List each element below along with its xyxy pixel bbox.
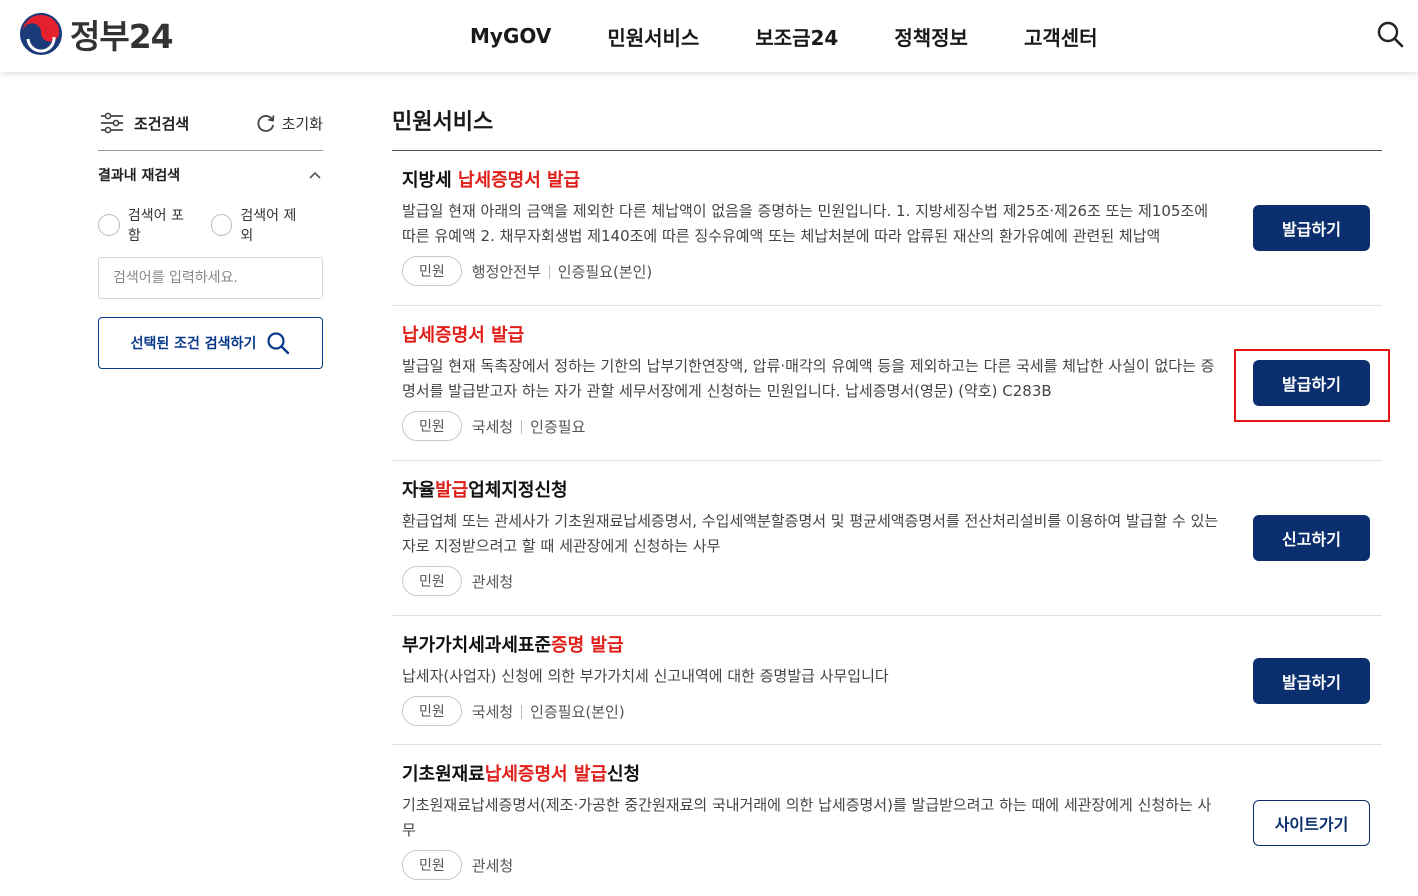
sidebar-header: 조건검색 초기화 [98, 108, 323, 138]
list-item: 부가가치세과세표준증명 발급 납세자(사업자) 신청에 의한 부가가치세 신고내… [392, 616, 1382, 745]
radio-include-label: 검색어 포함 [127, 208, 184, 244]
radio-exclude-label: 검색어 제외 [240, 208, 297, 244]
taegeuk-logo-icon [20, 13, 62, 55]
meta-separator [548, 265, 550, 279]
item-title[interactable]: 부가가치세과세표준증명 발급 [402, 616, 1382, 658]
item-org-auth: 국세청 인증필요(본인) [472, 701, 625, 722]
category-tag: 민원 [402, 256, 462, 286]
issue-button[interactable]: 발급하기 [1253, 205, 1370, 251]
item-org-auth: 국세청 인증필요 [472, 416, 586, 437]
item-title[interactable]: 자율발급업체지정신청 [402, 461, 1382, 503]
list-item: 납세증명서 발급 발급일 현재 독촉장에서 정하는 기한의 납부기한연장액, 압… [392, 306, 1390, 461]
search-conditions-label: 선택된 조건 검색하기 [130, 336, 257, 352]
radio-circle[interactable] [98, 214, 120, 236]
meta-separator [521, 705, 523, 719]
annotation-highlight-box [1234, 349, 1390, 422]
search-conditions-button[interactable]: 선택된 조건 검색하기 [98, 317, 323, 369]
issue-button[interactable]: 발급하기 [1253, 658, 1370, 704]
top-header: 정부24 MyGOV 민원서비스 보조금24 정책정보 고객센터 [0, 0, 1418, 72]
search-icon [267, 332, 290, 355]
item-description: 납세자(사업자) 신청에 의한 부가가치세 신고내역에 대한 증명발급 사무입니… [402, 667, 889, 685]
sidebar-title-label: 조건검색 [134, 114, 190, 133]
filter-sidebar: 조건검색 초기화 결과내 재검색 검색어 포함 검색어 제외 선택된 조건 검색… [98, 108, 323, 369]
refine-search-input[interactable] [98, 257, 323, 299]
item-description: 발급일 현재 아래의 금액을 제외한 다른 체납액이 없음을 증명하는 민원입니… [402, 202, 1209, 245]
radio-include-keyword[interactable]: 검색어 포함 [98, 205, 197, 245]
main-nav: MyGOV 민원서비스 보조금24 정책정보 고객센터 [470, 0, 1154, 72]
item-title[interactable]: 기초원재료납세증명서 발급신청 [402, 745, 1382, 787]
category-tag: 민원 [402, 696, 462, 726]
radio-circle[interactable] [210, 214, 233, 236]
nav-item-subsidy24[interactable]: 보조금24 [755, 22, 838, 51]
item-org: 국세청 [471, 417, 514, 436]
category-tag: 민원 [402, 411, 462, 441]
sidebar-title: 조건검색 [98, 112, 189, 134]
nav-item-mygov[interactable]: MyGOV [470, 24, 551, 48]
item-meta: 민원 국세청 인증필요(본인) [402, 696, 1382, 726]
item-org: 국세청 [471, 702, 514, 721]
item-description: 환급업체 또는 관세사가 기초원재료납세증명서, 수입세액분할증명서 및 평균세… [402, 512, 1219, 555]
reset-button[interactable]: 초기화 [256, 113, 323, 134]
sidebar-divider [98, 150, 323, 151]
item-org: 관세청 [471, 856, 514, 875]
list-item: 지방세 납세증명서 발급 발급일 현재 아래의 금액을 제외한 다른 체납액이 … [392, 151, 1382, 306]
meta-separator [521, 420, 523, 434]
item-meta: 민원 행정안전부 인증필요(본인) [402, 256, 1382, 286]
refine-title: 결과내 재검색 [98, 168, 181, 184]
item-description: 발급일 현재 독촉장에서 정하는 기한의 납부기한연장액, 압류·매각의 유예액… [402, 357, 1215, 400]
nav-item-civil-services[interactable]: 민원서비스 [607, 22, 699, 51]
item-org: 행정안전부 [471, 262, 541, 281]
item-org: 관세청 [471, 572, 514, 591]
radio-exclude-keyword[interactable]: 검색어 제외 [210, 205, 310, 245]
item-meta: 민원 관세청 [402, 850, 1382, 880]
refine-section-header[interactable]: 결과내 재검색 [98, 165, 323, 185]
chevron-up-icon[interactable] [307, 167, 323, 183]
item-auth: 인증필요 [530, 417, 586, 436]
item-org-auth: 행정안전부 인증필요(본인) [472, 261, 653, 282]
item-title[interactable]: 지방세 납세증명서 발급 [402, 151, 1382, 193]
results-main: 민원서비스 지방세 납세증명서 발급 발급일 현재 아래의 금액을 제외한 다른… [392, 104, 1390, 895]
report-button[interactable]: 신고하기 [1253, 515, 1370, 561]
category-tag: 민원 [402, 566, 462, 596]
logo-text: 정부24 [70, 17, 174, 56]
item-title[interactable]: 납세증명서 발급 [402, 306, 1382, 348]
list-item: 자율발급업체지정신청 환급업체 또는 관세사가 기초원재료납세증명서, 수입세액… [392, 461, 1382, 616]
keyword-mode-radios: 검색어 포함 검색어 제외 [98, 205, 323, 245]
filter-sliders-icon [101, 112, 123, 134]
nav-item-customer-center[interactable]: 고객센터 [1024, 22, 1098, 51]
item-auth: 인증필요(본인) [557, 262, 653, 281]
list-item: 기초원재료납세증명서 발급신청 기초원재료납세증명서(제조·가공한 중간원재료의… [392, 745, 1382, 895]
reset-label: 초기화 [281, 114, 323, 133]
item-auth: 인증필요(본인) [530, 702, 625, 721]
nav-item-policy-info[interactable]: 정책정보 [894, 22, 968, 51]
item-description: 기초원재료납세증명서(제조·가공한 중간원재료의 국내거래에 의한 납세증명서)… [402, 796, 1212, 839]
site-logo[interactable]: 정부24 [20, 12, 174, 56]
refresh-icon [257, 115, 274, 132]
category-tag: 민원 [402, 850, 462, 880]
search-icon[interactable] [1376, 20, 1404, 48]
page-title: 민원서비스 [392, 110, 494, 135]
item-meta: 민원 관세청 [402, 566, 1382, 596]
go-to-site-button[interactable]: 사이트가기 [1253, 800, 1370, 846]
